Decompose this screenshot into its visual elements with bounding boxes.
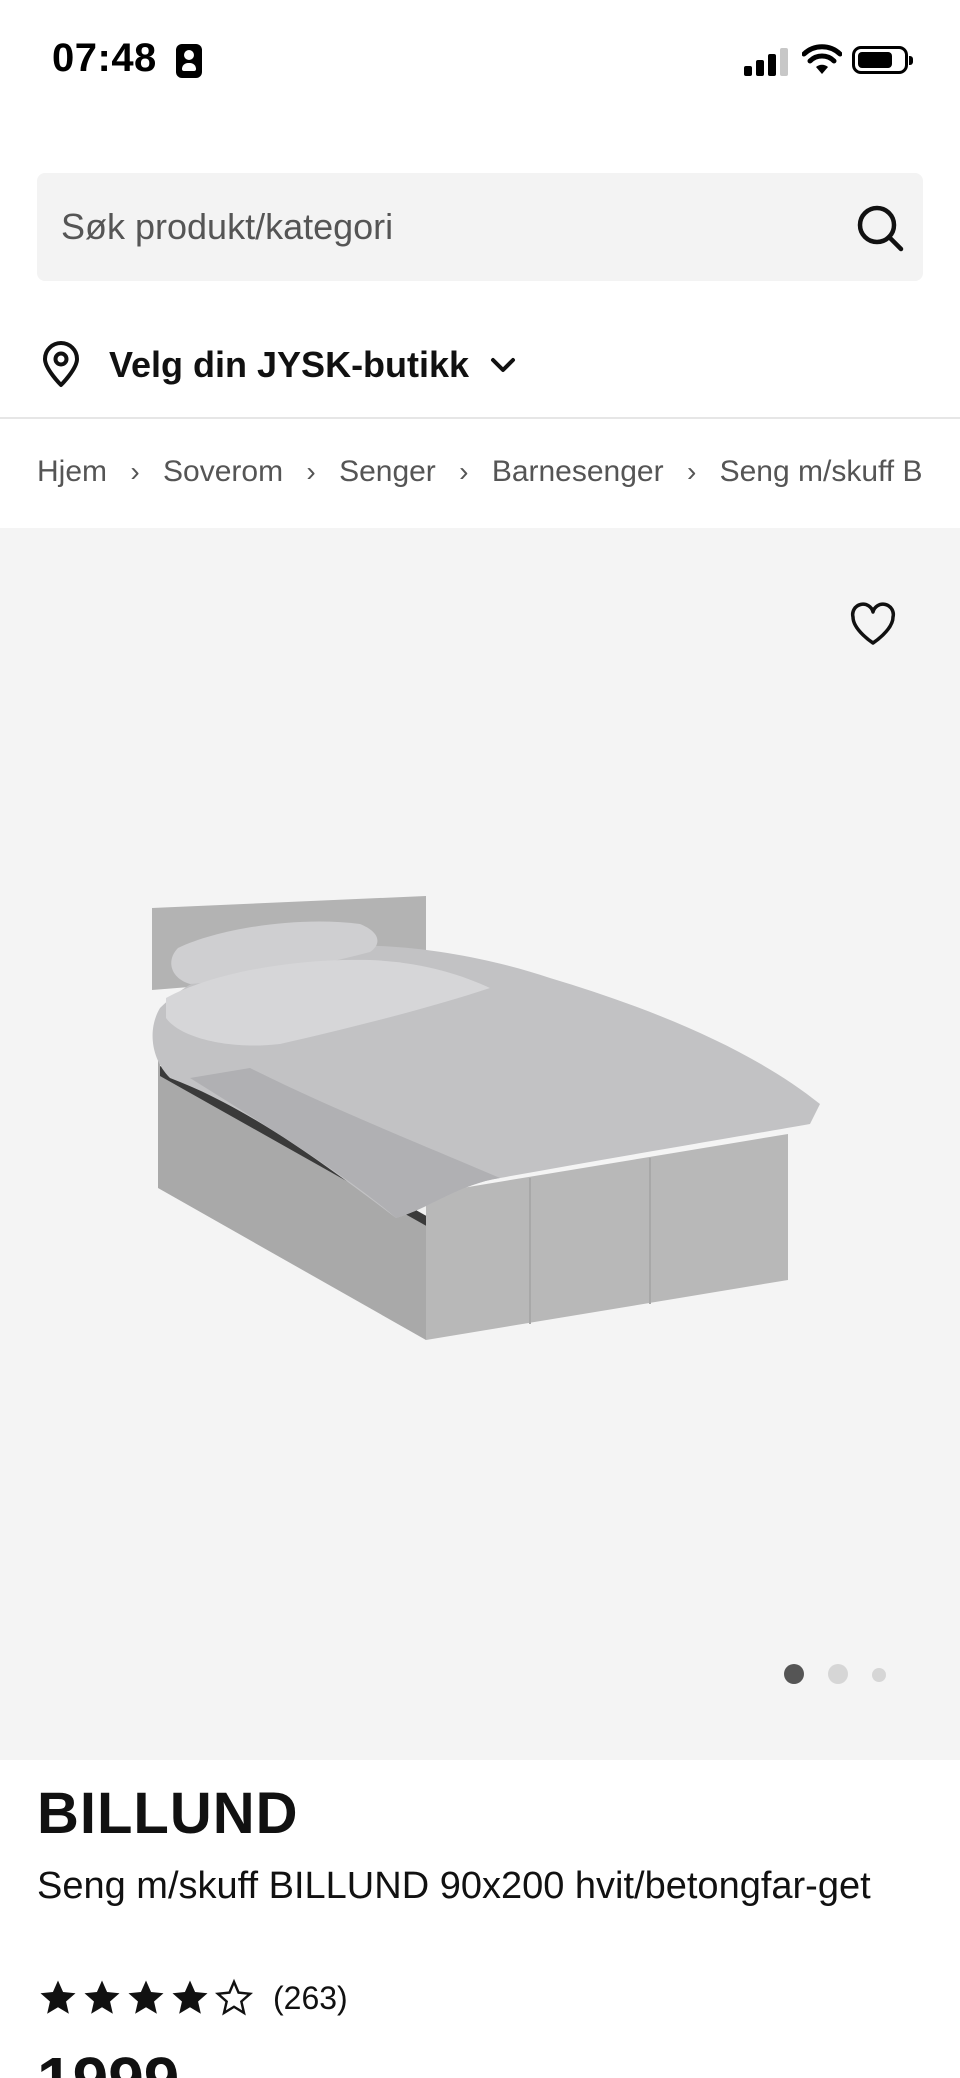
breadcrumb-item-barnesenger[interactable]: Barnesenger (492, 455, 664, 489)
breadcrumb-separator: › (130, 456, 140, 487)
breadcrumb-item-soverom[interactable]: Soverom (163, 455, 283, 489)
cellular-signal-icon (744, 46, 788, 76)
status-time: 07:48 (52, 36, 157, 80)
search-box[interactable] (37, 173, 923, 281)
breadcrumb-item-current: Seng m/skuff B (719, 455, 923, 488)
wifi-icon (802, 44, 842, 74)
battery-icon (852, 46, 913, 74)
chevron-down-icon (491, 358, 516, 372)
breadcrumb-separator: › (686, 456, 697, 487)
pagination-dot-active[interactable] (784, 1664, 804, 1684)
heart-icon[interactable] (848, 600, 898, 650)
star-filled-icon (128, 1980, 164, 2014)
location-pin-icon (43, 341, 79, 387)
product-image (152, 896, 820, 1340)
product-brand: BILLUND (37, 1781, 299, 1846)
gallery-pagination (780, 1662, 900, 1686)
breadcrumb-separator: › (459, 456, 469, 487)
star-empty-icon (214, 1978, 254, 2016)
divider (0, 417, 960, 419)
product-rating[interactable]: (263) (37, 1974, 348, 2022)
product-gallery[interactable] (0, 528, 960, 1760)
status-bar: 07:48 (0, 0, 960, 120)
pagination-dot[interactable] (828, 1664, 848, 1684)
review-count: (263) (273, 1979, 348, 2016)
star-filled-icon (40, 1980, 76, 2014)
product-name: Seng m/skuff BILLUND 90x200 hvit/betongf… (37, 1865, 871, 1907)
store-picker-label: Velg din JYSK-butikk (109, 344, 470, 385)
product-price: 1999 (37, 2040, 179, 2078)
search-input[interactable] (61, 173, 821, 281)
pagination-dot[interactable] (872, 1668, 886, 1682)
breadcrumb: Hjem › Soverom › Senger › Barnesenger › … (37, 440, 923, 504)
breadcrumb-item-hjem[interactable]: Hjem (37, 455, 107, 489)
breadcrumb-item-senger[interactable]: Senger (339, 455, 436, 489)
star-filled-icon (84, 1980, 120, 2014)
store-picker[interactable]: Velg din JYSK-butikk (37, 330, 557, 400)
star-filled-icon (172, 1980, 208, 2014)
breadcrumb-separator: › (306, 456, 316, 487)
focus-person-icon (176, 44, 202, 78)
search-icon[interactable] (855, 203, 905, 253)
